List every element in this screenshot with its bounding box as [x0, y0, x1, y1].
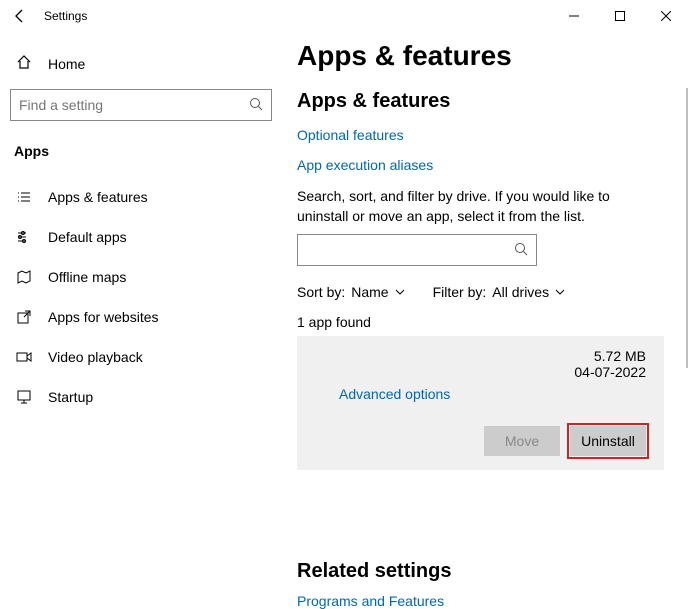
move-button: Move [484, 426, 560, 456]
startup-icon [14, 389, 34, 405]
sort-by-dropdown[interactable]: Sort by: Name [297, 284, 405, 300]
minimize-button[interactable] [551, 0, 597, 32]
app-search[interactable] [297, 234, 537, 266]
nav-item-label: Offline maps [48, 269, 126, 285]
arrow-left-icon [12, 8, 28, 24]
video-icon [14, 349, 34, 365]
section-title: Apps & features [297, 90, 664, 113]
nav-item-default-apps[interactable]: Default apps [10, 217, 272, 257]
nav-item-startup[interactable]: Startup [10, 377, 272, 417]
nav-item-label: Apps & features [48, 189, 148, 205]
map-icon [14, 269, 34, 285]
sort-value: Name [351, 284, 388, 300]
filter-label: Filter by: [433, 284, 487, 300]
nav-item-label: Default apps [48, 229, 127, 245]
optional-features-link[interactable]: Optional features [297, 127, 664, 143]
open-icon [14, 309, 34, 325]
app-size: 5.72 MB [574, 348, 646, 364]
filter-value: All drives [492, 284, 549, 300]
app-count: 1 app found [297, 314, 664, 330]
app-card[interactable]: 5.72 MB 04-07-2022 Advanced options Move… [297, 336, 664, 470]
page-title: Apps & features [297, 40, 664, 72]
app-execution-aliases-link[interactable]: App execution aliases [297, 157, 664, 173]
nav-item-label: Video playback [48, 349, 143, 365]
related-settings-title: Related settings [297, 560, 664, 583]
sidebar-search[interactable] [10, 89, 272, 121]
uninstall-button[interactable]: Uninstall [570, 426, 646, 456]
filter-by-dropdown[interactable]: Filter by: All drives [433, 284, 565, 300]
nav-item-offline-maps[interactable]: Offline maps [10, 257, 272, 297]
app-date: 04-07-2022 [574, 364, 646, 380]
scrollbar[interactable] [686, 88, 688, 368]
home-icon [14, 54, 34, 73]
minimize-icon [569, 11, 579, 21]
defaults-icon [14, 229, 34, 245]
close-button[interactable] [643, 0, 689, 32]
nav-item-apps-features[interactable]: Apps & features [10, 177, 272, 217]
app-search-input[interactable] [306, 243, 514, 258]
nav-item-label: Apps for websites [48, 309, 159, 325]
home-link[interactable]: Home [10, 48, 272, 79]
maximize-icon [615, 11, 625, 21]
apps-description: Search, sort, and filter by drive. If yo… [297, 187, 664, 226]
search-icon [249, 97, 263, 114]
advanced-options-link[interactable]: Advanced options [339, 386, 450, 402]
chevron-down-icon [555, 287, 565, 297]
sort-label: Sort by: [297, 284, 345, 300]
home-label: Home [48, 56, 85, 72]
nav-item-label: Startup [48, 389, 93, 405]
close-icon [661, 11, 671, 21]
window-title: Settings [44, 9, 87, 23]
nav-header: Apps [10, 143, 272, 159]
chevron-down-icon [395, 287, 405, 297]
search-icon [514, 242, 528, 259]
sidebar-search-input[interactable] [19, 97, 249, 113]
back-button[interactable] [0, 0, 40, 32]
list-icon [14, 189, 34, 205]
programs-features-link[interactable]: Programs and Features [297, 593, 664, 609]
maximize-button[interactable] [597, 0, 643, 32]
nav-item-video-playback[interactable]: Video playback [10, 337, 272, 377]
nav-item-apps-websites[interactable]: Apps for websites [10, 297, 272, 337]
